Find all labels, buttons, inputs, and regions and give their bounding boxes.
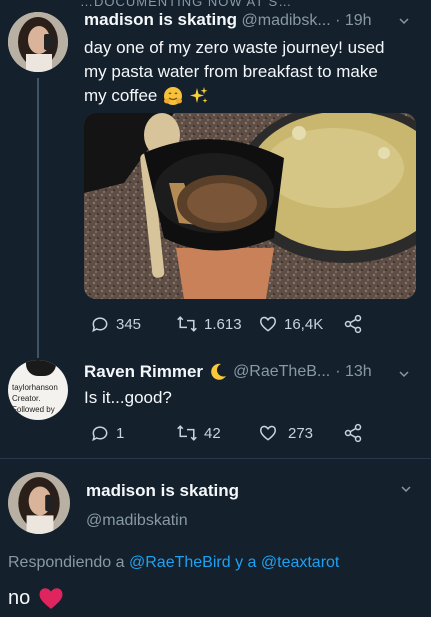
avatar-hair (26, 360, 56, 376)
tweet3-text: no (8, 586, 64, 610)
sparkles-emoji-icon (190, 87, 208, 103)
tweet2-author-name[interactable]: Raven Rimmer (84, 362, 203, 382)
tweet2-header: Raven Rimmer @RaeTheB... · 13h (84, 362, 372, 382)
like-count: 273 (288, 424, 314, 442)
avatar-photo-icon (8, 472, 70, 534)
clipped-header-text: …DOCUMENTING NOW AT S… (80, 0, 293, 9)
like-button[interactable]: 273 (258, 423, 313, 443)
tweet1-text-last: my coffee (84, 86, 158, 105)
tweet3-text-body: no (8, 586, 31, 609)
mention-link[interactable]: @teaxtarot (261, 554, 340, 571)
tweet1-text-line: day one of my zero waste journey! used (84, 38, 385, 57)
tweet1-timestamp[interactable]: · 19h (335, 12, 371, 29)
avatar-card: taylorhanson Creator. Followed by (12, 382, 68, 415)
retweet-count: 1.613 (204, 315, 242, 333)
retweet-icon (177, 316, 197, 332)
avatar-text: Creator. (12, 394, 41, 403)
retweet-button[interactable]: 1.613 (176, 314, 242, 334)
tweet3-author-name[interactable]: madison is skating (86, 481, 239, 501)
retweet-icon (177, 425, 197, 441)
reply-button[interactable]: 345 (90, 314, 141, 334)
replying-to-line: Respondiendo a @RaeTheBird y a @teaxtaro… (8, 554, 339, 572)
avatar-photo-icon (8, 12, 68, 72)
tweet2-timestamp[interactable]: · 13h (335, 363, 371, 381)
chevron-down-icon[interactable] (399, 16, 409, 26)
tweet1-author-name[interactable]: madison is skating (84, 10, 237, 29)
share-button[interactable] (343, 314, 363, 334)
reply-button[interactable]: 1 (90, 423, 124, 443)
avatar-text: Followed by (12, 405, 55, 414)
tweet1-photo[interactable] (84, 113, 416, 299)
reply-count: 345 (116, 315, 142, 333)
reply-icon (92, 426, 108, 442)
avatar-madison[interactable] (8, 472, 70, 534)
avatar-text: taylorhanson (12, 383, 58, 392)
avatar-madison[interactable] (8, 12, 68, 72)
coffee-filter-photo-icon (84, 113, 416, 299)
like-button[interactable]: 16,4K (258, 314, 323, 334)
tweet1-author-handle[interactable]: @madibsk... (242, 12, 331, 29)
tweet1-text-line: my pasta water from breakfast to make (84, 62, 378, 81)
retweet-button[interactable]: 42 (176, 423, 221, 443)
share-icon (344, 314, 362, 334)
heart-outline-icon (259, 425, 277, 441)
tweet1-text-line: my coffee (84, 84, 414, 108)
reply-count: 1 (116, 424, 125, 442)
share-button[interactable] (343, 423, 363, 443)
heart-outline-icon (259, 316, 277, 332)
red-heart-emoji-icon (39, 588, 63, 609)
chevron-down-icon[interactable] (399, 369, 409, 379)
like-count: 16,4K (284, 315, 324, 333)
tweet-divider (0, 458, 431, 459)
tweet1-text: day one of my zero waste journey! used m… (84, 36, 414, 108)
hugging-face-emoji-icon (164, 87, 183, 105)
chevron-down-icon[interactable] (401, 484, 411, 494)
share-icon (344, 423, 362, 443)
replying-and: y a (235, 554, 257, 571)
avatar-raven[interactable]: taylorhanson Creator. Followed by (8, 360, 68, 420)
retweet-count: 42 (204, 424, 221, 442)
reply-icon (92, 317, 108, 333)
tweet3-author-handle[interactable]: @madibskatin (86, 512, 188, 530)
replying-prefix: Respondiendo a (8, 554, 125, 571)
crescent-moon-emoji-icon (211, 363, 227, 380)
thread-line (37, 78, 39, 358)
tweet2-author-handle[interactable]: @RaeTheB... (233, 363, 330, 381)
tweet1-header: madison is skating @madibsk... · 19h (84, 10, 372, 30)
tweet2-text: Is it...good? (84, 388, 172, 407)
mention-link[interactable]: @RaeTheBird (129, 554, 231, 571)
